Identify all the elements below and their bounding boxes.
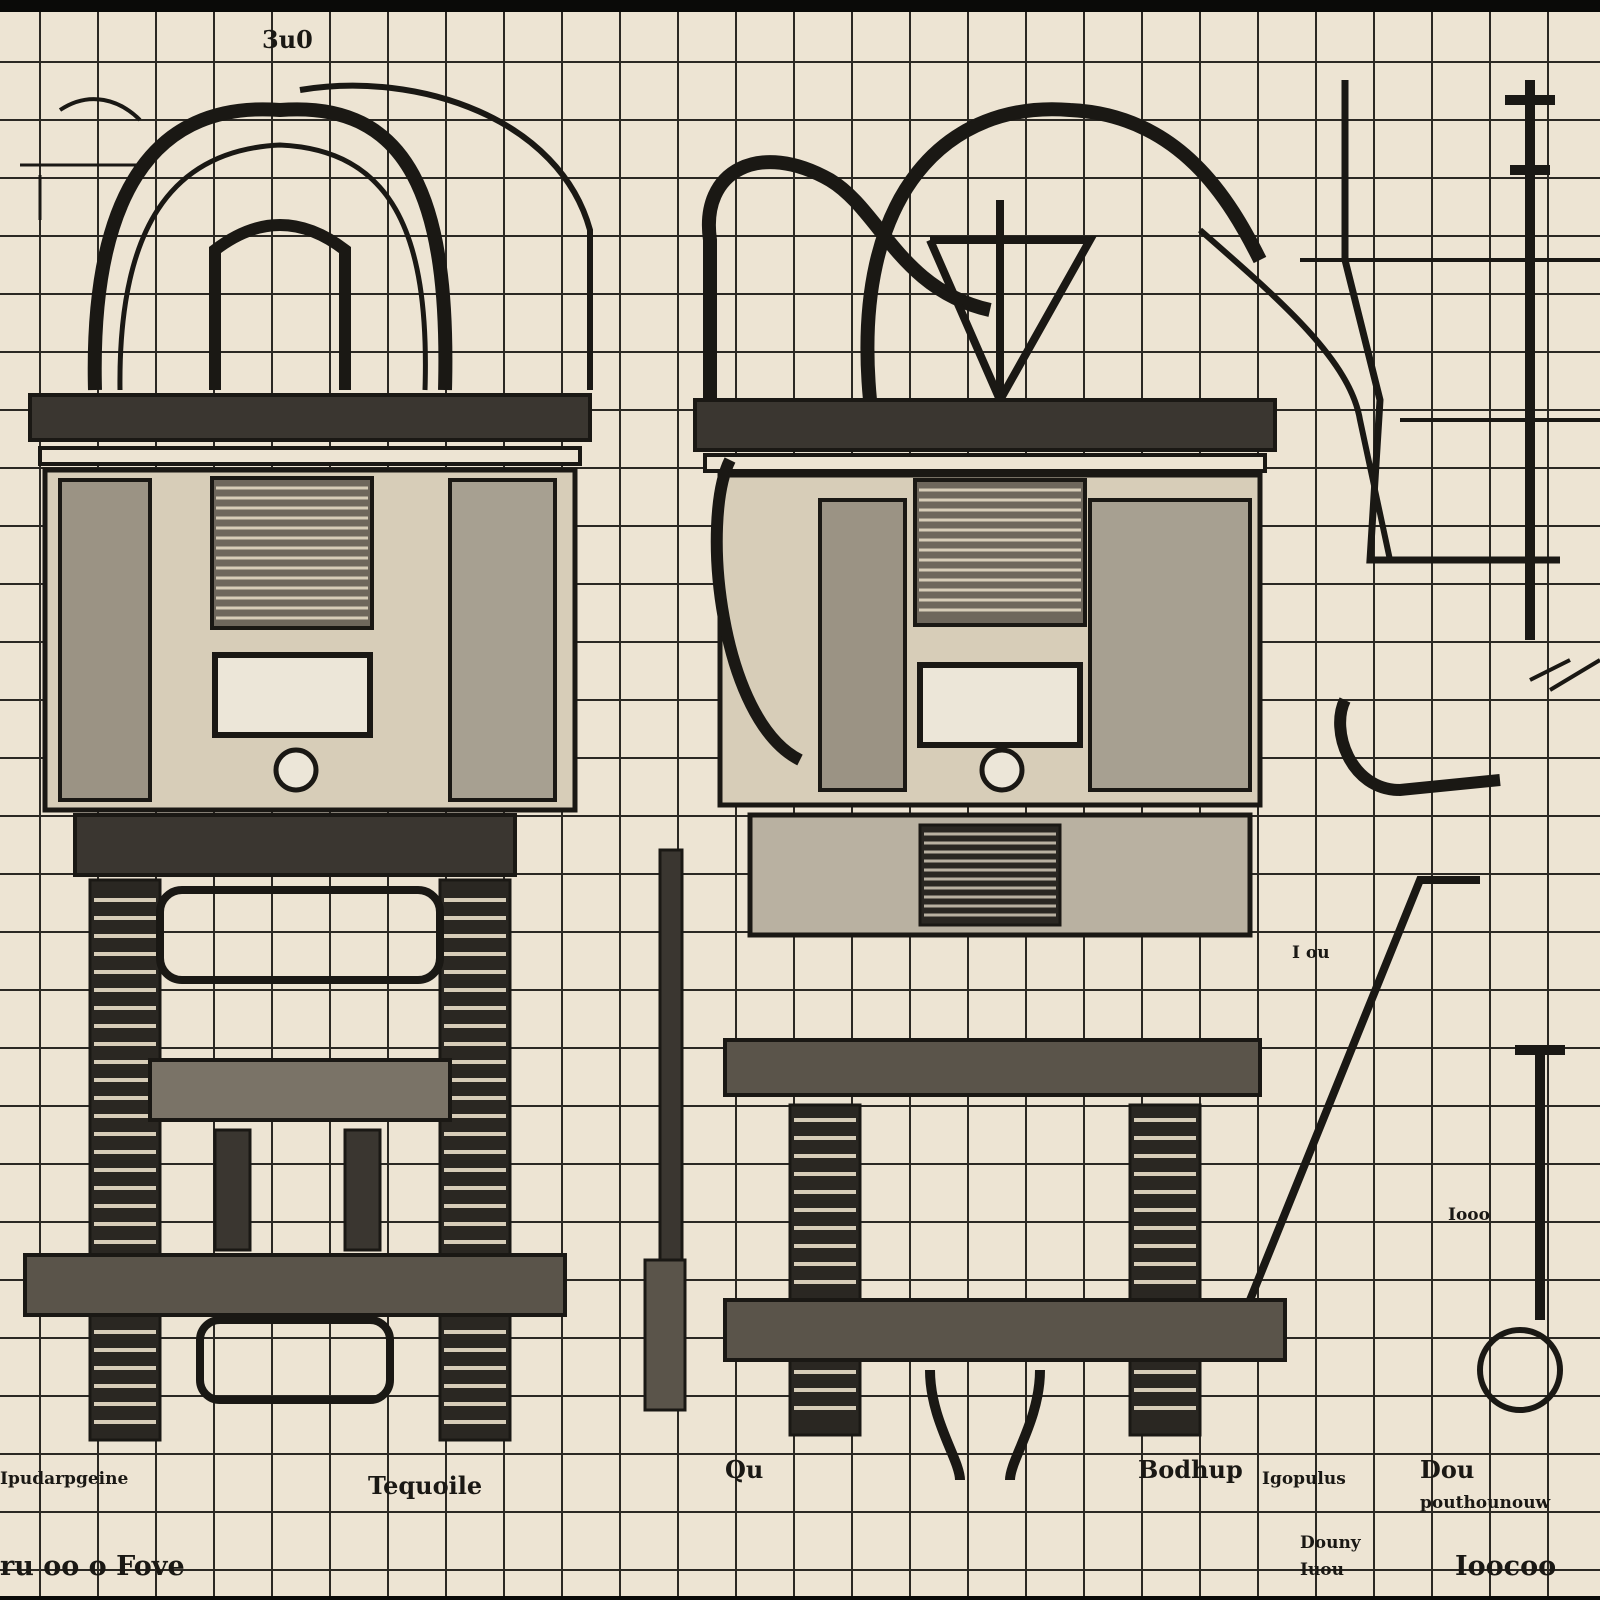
window-left xyxy=(212,652,373,738)
rod-center xyxy=(658,848,684,1272)
label-caption-mid-1: Qu xyxy=(725,1455,763,1484)
deck-center xyxy=(693,398,1277,452)
track-leg-left-1 xyxy=(88,878,162,1442)
side-drum-center-a xyxy=(818,498,907,792)
label-side-tag-2: Iooo xyxy=(1448,1205,1490,1225)
strut-left-1 xyxy=(213,1128,252,1252)
blueprint-sheet: 3u0 Ipudarpgeine Tequoile Qu Bodhup Igop… xyxy=(0,12,1600,1596)
side-drum-left-b xyxy=(448,478,557,802)
shutter-center xyxy=(913,478,1087,627)
window-center xyxy=(917,662,1083,748)
gauge-center xyxy=(979,747,1025,793)
rod-base-center xyxy=(643,1258,687,1412)
lower-deck-left xyxy=(23,1253,567,1317)
track-leg-left-2 xyxy=(438,878,512,1442)
label-caption-right-2: Igopulus xyxy=(1262,1469,1346,1489)
label-caption-right-1: Bodhup xyxy=(1138,1455,1243,1484)
label-caption-bottom-right: Ioocoo xyxy=(1455,1551,1556,1582)
side-drum-left-a xyxy=(58,478,152,802)
shutter-left xyxy=(210,476,374,630)
base-beam-left xyxy=(73,813,517,877)
label-side-tag-1: I ou xyxy=(1292,943,1330,963)
label-caption-far-right-2: Douny xyxy=(1300,1533,1362,1553)
label-caption-far-right-3: pouthounouw xyxy=(1420,1493,1551,1513)
label-caption-left-2: Tequoile xyxy=(368,1471,482,1500)
label-caption-far-right-1: Dou xyxy=(1420,1455,1474,1484)
label-top-mark: 3u0 xyxy=(262,25,313,54)
label-caption-bottom-mid: Iuou xyxy=(1300,1560,1344,1580)
gauge-left xyxy=(273,747,319,793)
deck-rail-center xyxy=(703,453,1267,473)
side-drum-center-b xyxy=(1088,498,1252,792)
lower-deck-center xyxy=(723,1298,1287,1362)
coil-center xyxy=(918,823,1062,927)
label-caption-bottom-left: ru oo o Fove xyxy=(0,1551,185,1582)
deck-rail-left xyxy=(38,446,582,466)
strut-left-2 xyxy=(343,1128,382,1252)
blueprint-drawing: 3u0 Ipudarpgeine Tequoile Qu Bodhup Igop… xyxy=(0,12,1600,1596)
label-caption-left-1: Ipudarpgeine xyxy=(0,1469,128,1489)
mid-beam-left xyxy=(148,1058,452,1122)
mid-beam-center xyxy=(723,1038,1262,1097)
deck-left xyxy=(28,393,592,442)
